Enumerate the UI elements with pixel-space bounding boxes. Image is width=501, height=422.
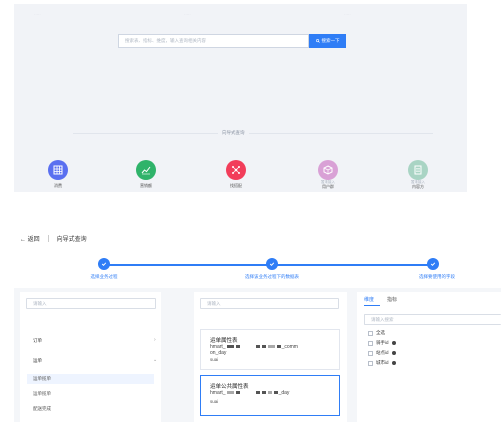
- table-code-wrap: on_day: [210, 350, 227, 356]
- process-search-input[interactable]: 请输入: [26, 298, 156, 309]
- checkbox[interactable]: [368, 360, 373, 366]
- category-label: 内容方: [412, 184, 424, 189]
- page-title: 向导式查询: [56, 237, 87, 243]
- category-content: 暂未接入 内容方: [398, 160, 438, 190]
- wizard-header: ← 返回 向导式查询: [20, 234, 87, 243]
- process-item[interactable]: 订单: [33, 338, 42, 344]
- info-icon: [391, 361, 396, 365]
- check-icon: [266, 258, 278, 270]
- checkbox-label: 骑手id: [376, 340, 389, 345]
- document-icon: [408, 160, 428, 180]
- info-icon: [391, 341, 396, 345]
- field-search-input[interactable]: 请输入搜索: [364, 314, 501, 325]
- category-user-group: 暂未接入 用户群: [308, 160, 348, 190]
- checkbox-label: 全选: [376, 330, 385, 335]
- checkbox-row[interactable]: 站点id: [368, 350, 396, 356]
- table-owner: suai: [210, 357, 219, 362]
- search-button[interactable]: 搜索一下: [309, 34, 346, 48]
- guided-query-heading: 向导式查询: [218, 130, 249, 136]
- checkbox[interactable]: [368, 340, 373, 346]
- tab-dimensions[interactable]: 维度: [364, 296, 374, 303]
- network-icon: [226, 160, 246, 180]
- divider: [47, 235, 49, 242]
- cube-icon: [318, 160, 338, 180]
- table-card[interactable]: 运单属性表 hmart_ _comm on_day suai: [200, 329, 340, 370]
- checkbox-row[interactable]: 骑手id: [368, 340, 396, 346]
- category-label: 找搭配: [230, 183, 242, 188]
- table-owner: suai: [210, 399, 219, 404]
- table-search-input[interactable]: 请输入: [200, 298, 339, 309]
- back-button[interactable]: ← 返回: [20, 234, 40, 243]
- step-label: 选择要使用的字段: [419, 274, 455, 279]
- step-label: 选择该业务过程下的数据表: [245, 274, 299, 279]
- category-label: 营销额: [140, 183, 152, 188]
- table-code: hmart_ _day: [210, 390, 290, 396]
- category-consumption[interactable]: 消费: [38, 160, 78, 189]
- chevron-right-icon: ›: [154, 337, 156, 343]
- process-subitem[interactable]: 运单揽单: [33, 391, 51, 397]
- search-button-label: 搜索一下: [321, 38, 340, 43]
- business-process-column: [20, 292, 161, 422]
- category-label: 消费: [54, 183, 62, 188]
- tab-metrics[interactable]: 指标: [387, 296, 397, 303]
- tab-indicator: [364, 305, 380, 306]
- field-column: [357, 292, 501, 422]
- info-icon: [391, 351, 396, 355]
- divider: [73, 133, 433, 134]
- table-name: 运单公共属性表: [210, 384, 249, 390]
- checkbox-label: 站点id: [376, 350, 389, 355]
- category-match[interactable]: 找搭配: [216, 160, 256, 189]
- field-tabs: 维度 指标: [364, 296, 397, 303]
- checkbox[interactable]: [368, 330, 373, 336]
- chevron-down-icon: ⌄: [153, 357, 158, 363]
- process-subitem[interactable]: 配送完成: [33, 406, 51, 412]
- check-icon: [427, 258, 439, 270]
- trend-chart-icon: [136, 160, 156, 180]
- search-input[interactable]: 搜索表、指标、维度，输入查询相关内容: [118, 34, 309, 48]
- check-icon: [98, 258, 110, 270]
- table-name: 运单属性表: [210, 338, 238, 344]
- checkbox-label: 城市id: [376, 360, 389, 365]
- category-marketing[interactable]: 营销额: [126, 160, 166, 189]
- checkbox[interactable]: [368, 350, 373, 356]
- table-grid-icon: [48, 160, 68, 180]
- watermark: ·····: [34, 12, 41, 17]
- table-card-selected[interactable]: 运单公共属性表 hmart_ _day suai: [200, 375, 340, 416]
- checkbox-row[interactable]: 全选: [368, 330, 385, 336]
- step-label: 选择业务过程: [90, 274, 118, 279]
- category-label: 用户群: [322, 184, 334, 189]
- watermark: ·····: [344, 12, 351, 17]
- search-icon: [315, 39, 320, 43]
- global-search: 搜索表、指标、维度，输入查询相关内容 搜索一下: [118, 34, 346, 48]
- watermark: ·····: [184, 12, 191, 17]
- process-item[interactable]: 运单: [33, 358, 42, 364]
- process-subitem[interactable]: 运单揽单: [33, 376, 51, 382]
- checkbox-row[interactable]: 城市id: [368, 360, 396, 366]
